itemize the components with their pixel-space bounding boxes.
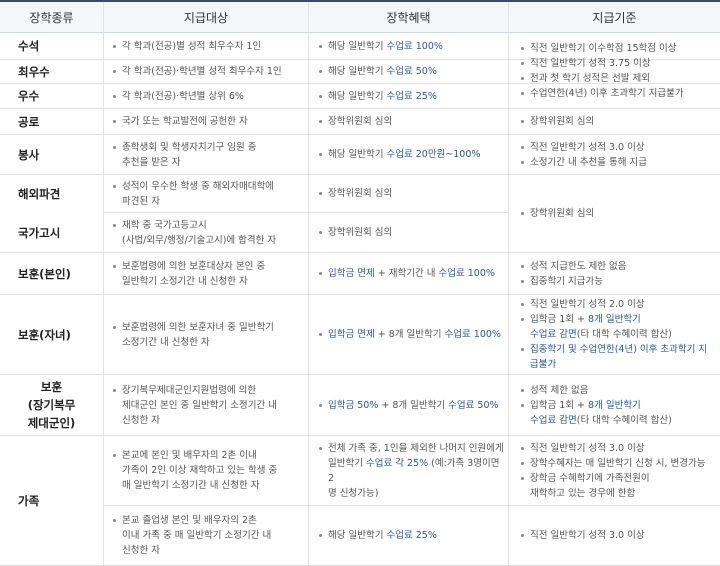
header-type: 장학종류 [0,2,103,32]
row-benefit-veteran-child: 입학금 면제 + 8개 일반학기 수업료 100% [318,295,504,374]
row-benefit-family-current: 전체 가족 중, 1인을 제외한 나머지 인원에게 일반학기 수업료 각 25% … [318,436,504,505]
row-benefit-good: 해당 일반학기 수업료 25% [318,84,504,108]
row-benefit-excellent: 해당 일반학기 수업료 50% [318,60,504,83]
row-criteria-merit: 장학위원회 심의 [520,109,716,134]
criteria-committee-group: 장학위원회 심의 [520,175,716,252]
row-target-national-exam: 재학 중 국가고등고시 (사법/외무/행정/기술고시)에 합격한 자 [112,213,304,252]
row-target-veteran-self: 보훈법령에 의한 보훈대상자 본인 중 일반학기 소정기간 내 신청한 자 [112,253,304,294]
row-benefit-overseas: 장학위원회 심의 [318,175,504,212]
row-name-national-exam: 국가고시 [18,225,61,240]
row-name-veteran-longterm-line1: 보훈 [40,380,63,394]
row-criteria-veteran-child: 직전 일반학기 성적 2.0 이상 입학금 1회 + 8개 일반학기 수업료 감면… [520,295,716,374]
row-benefit-merit: 장학위원회 심의 [318,109,504,134]
row-criteria-family-current: 직전 일반학기 성적 3.0 이상 장학수혜자는 매 일반학기 신청 시, 변경… [520,436,716,505]
row-benefit-veteran-self: 입학금 면제 + 재학기간 내 수업료 100% [318,253,504,294]
header-benefit: 장학혜택 [309,2,508,32]
row-target-family-alumni: 본교 졸업생 본인 및 배우자의 2촌 이내 가족 중 매 일반학기 소정기간 내… [112,506,304,565]
row-name-veteran-longterm-line2: (장기복무 [27,398,76,412]
criteria-academic-group: 직전 일반학기 이수학점 15학점 이상 직전 일반학기 성적 3.75 이상 … [520,33,716,108]
scholarship-table: 장학종류 지급대상 장학혜택 지급기준 수석 각 학과(전공)별 성적 최우수자… [0,0,720,566]
row-target-merit: 국가 또는 학교발전에 공헌한 자 [112,109,304,134]
row-name-merit: 공로 [18,114,40,129]
row-name-veteran-self: 보훈(본인) [18,266,71,281]
row-benefit-service: 해당 일반학기 수업료 20만원~100% [318,135,504,174]
row-target-good: 각 학과(전공)·학년별 상위 6% [112,84,304,108]
row-name-excellent: 최우수 [18,64,50,79]
row-criteria-service: 직전 일반학기 성적 3.0 이상 소정기간 내 추천을 통해 지급 [520,135,716,174]
row-benefit-top: 해당 일반학기 수업료 100% [318,33,504,59]
row-target-veteran-child: 보훈법령에 의한 보훈자녀 중 일반학기 소정기간 내 신청한 자 [112,295,304,374]
row-benefit-national-exam: 장학위원회 심의 [318,213,504,252]
row-criteria-veteran-self: 성적 지급한도 제한 없음 집중학기 지급가능 [520,253,716,294]
row-name-veteran-longterm-line3: 제대군인) [27,416,76,430]
row-name-top: 수석 [18,39,40,53]
row-benefit-veteran-longterm: 입학금 50% + 8개 일반학기 수업료 50% [318,375,504,435]
row-target-excellent: 각 학과(전공)·학년별 성적 최우수자 1인 [112,60,304,83]
row-name-service: 봉사 [18,147,40,162]
row-criteria-veteran-longterm: 성적 제한 없음 입학금 1회 + 8개 일반학기 수업료 감면(타 대학 수혜이… [520,375,716,435]
row-target-service: 총학생회 및 학생자치기구 임원 중 추천을 받은 자 [112,135,304,174]
row-name-overseas: 해외파견 [18,186,61,201]
row-name-good: 우수 [18,89,40,103]
row-benefit-family-alumni: 해당 일반학기 수업료 25% [318,506,504,565]
row-target-overseas: 성적이 우수한 학생 중 해외자매대학에 파견된 자 [112,175,304,212]
row-target-family-current: 본교에 본인 및 배우자의 2촌 이내 가족이 2인 이상 재학하고 있는 학생 … [112,436,304,505]
header-target: 지급대상 [104,2,308,32]
header-criteria: 지급기준 [509,2,720,32]
row-name-veteran-child: 보훈(자녀) [18,327,71,342]
row-criteria-family-alumni: 직전 일반학기 성적 3.0 이상 [520,506,716,565]
row-name-veteran-longterm: 보훈 (장기복무 제대군인) [0,375,103,435]
row-target-top: 각 학과(전공)별 성적 최우수자 1인 [112,33,304,59]
row-target-veteran-longterm: 장기복무제대군인지원법령에 의한 제대군인 본인 중 일반학기 소정기간 내 신청한… [112,375,304,435]
row-name-family: 가족 [18,493,40,508]
